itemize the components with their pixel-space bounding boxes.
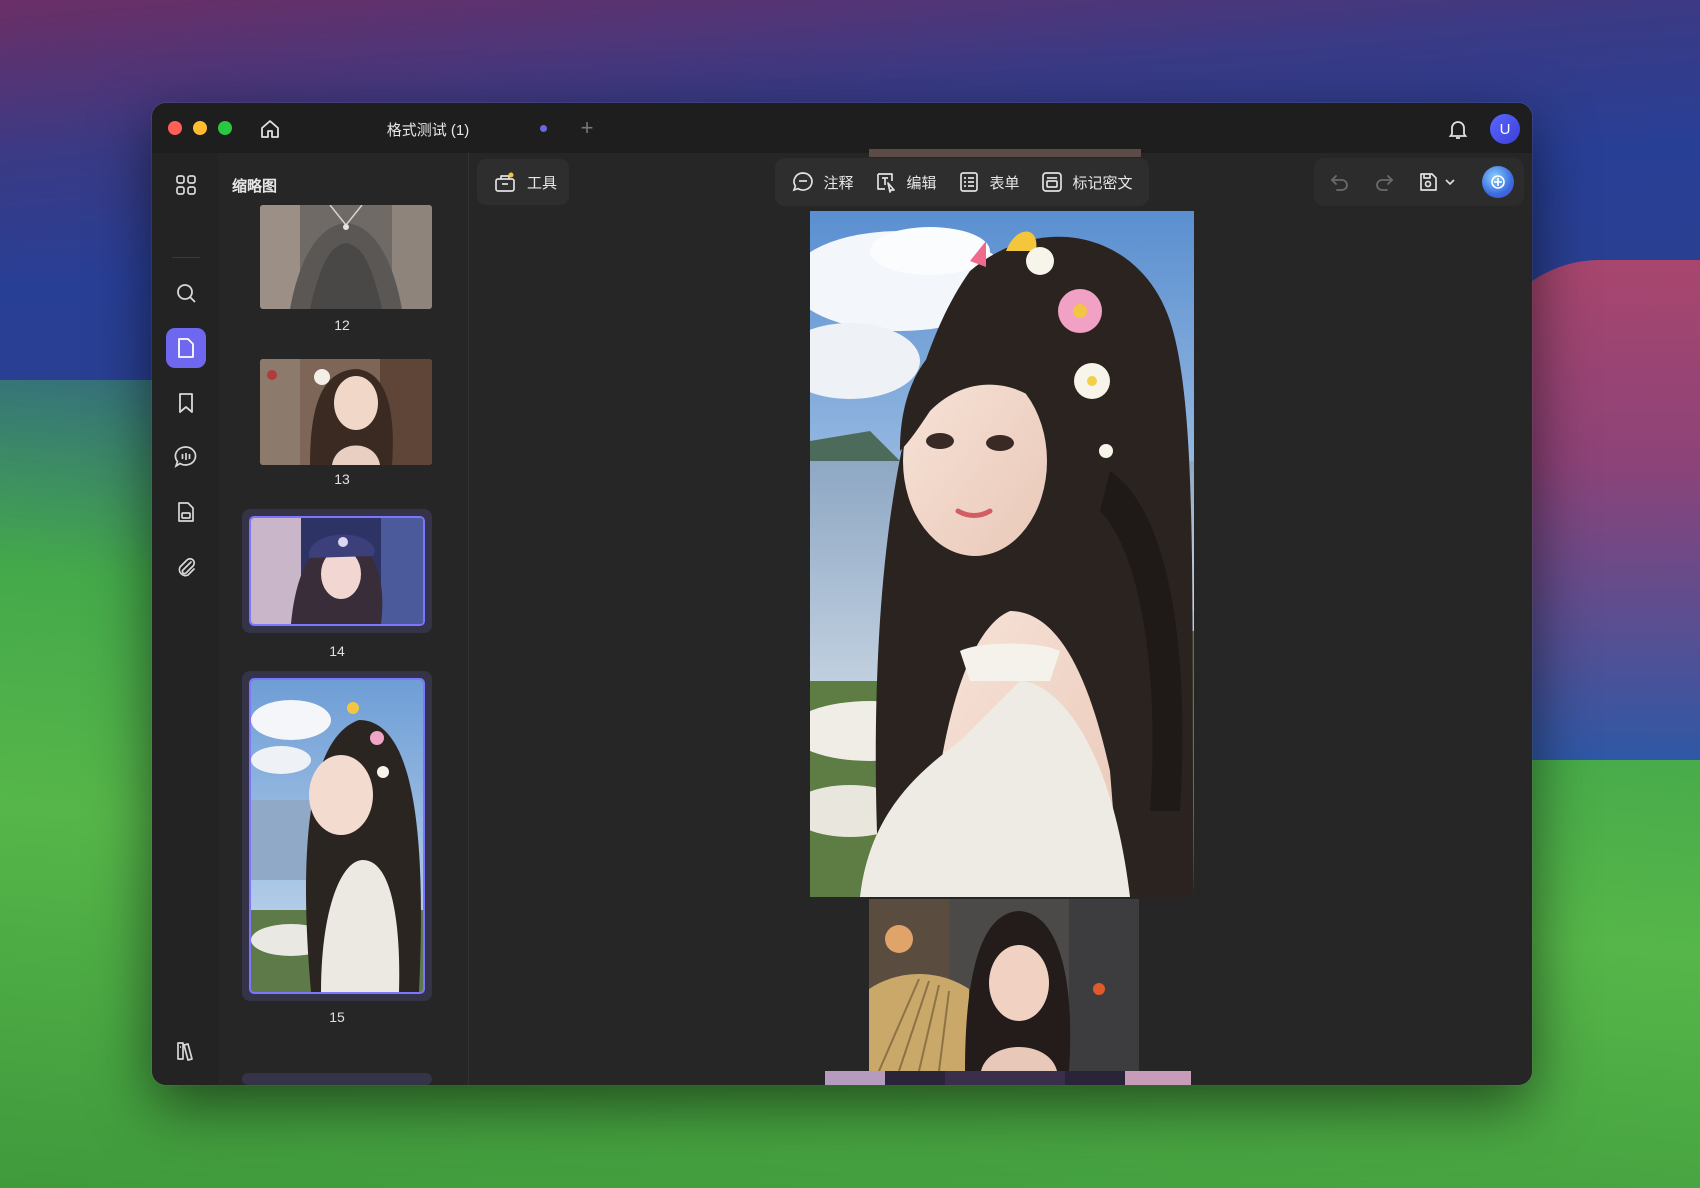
redact-icon <box>1042 172 1063 192</box>
rail-item-search[interactable] <box>166 273 206 313</box>
following-page-edge <box>825 1071 1191 1085</box>
new-tab-button[interactable]: + <box>572 113 602 143</box>
tools-label: 工具 <box>527 174 558 192</box>
thumbnail-page-15[interactable]: 15 <box>242 671 432 1025</box>
form-icon <box>178 502 194 522</box>
library-icon <box>177 1042 193 1061</box>
document-tab[interactable]: 格式测试 (1) <box>302 111 554 147</box>
search-icon <box>177 284 196 303</box>
thumbnail-page-13[interactable]: 13 <box>242 353 442 491</box>
comment-tool-label: 注释 <box>823 174 854 192</box>
paperclip-icon <box>178 557 196 577</box>
form-tool-label: 表单 <box>989 174 1020 192</box>
minimize-window-button[interactable] <box>193 121 207 135</box>
thumbnail-image <box>251 680 423 992</box>
redo-button[interactable] <box>1370 168 1398 196</box>
thumbnails-title: 缩略图 <box>232 178 278 195</box>
title-bar: 格式测试 (1) + U <box>152 103 1532 153</box>
app-window: 格式测试 (1) + U 缩略图 12 13 14 15 工具 注释 编辑 表单… <box>152 103 1532 1085</box>
document-page-image <box>810 211 1194 897</box>
unsaved-indicator <box>540 125 547 132</box>
thumbnail-page-12[interactable]: 12 <box>242 205 442 335</box>
chevron-down-icon <box>1445 179 1455 186</box>
thumbnail-image <box>260 359 432 465</box>
bookmark-icon <box>179 393 193 413</box>
undo-button[interactable] <box>1326 168 1354 196</box>
document-viewer: 工具 注释 编辑 表单 标记密文 <box>469 149 1532 1085</box>
rail-divider <box>172 257 200 258</box>
rail-item-pages[interactable] <box>166 328 206 368</box>
form-tool-button[interactable]: 表单 <box>957 170 1020 194</box>
rail-item-forms[interactable] <box>166 492 206 532</box>
rail-item-bookmarks[interactable] <box>166 383 206 423</box>
previous-page-edge <box>869 149 1141 157</box>
thumbnail-image <box>260 205 432 309</box>
comment-tool-icon <box>793 172 814 192</box>
thumbnail-image <box>251 518 423 624</box>
home-button[interactable] <box>256 115 284 143</box>
notifications-button[interactable] <box>1444 115 1472 143</box>
thumbnail-page-14[interactable]: 14 <box>242 509 432 659</box>
edit-toolbar: 注释 编辑 表单 标记密文 <box>775 158 1149 206</box>
page-icon <box>178 338 194 358</box>
zoom-window-button[interactable] <box>218 121 232 135</box>
rail-item-library[interactable] <box>166 1031 206 1071</box>
save-button[interactable] <box>1414 168 1442 196</box>
rail-item-thumbnails-grid[interactable] <box>166 165 206 205</box>
home-icon <box>261 120 279 138</box>
thumbnail-page-number: 13 <box>334 471 350 487</box>
rail-item-attachments[interactable] <box>166 547 206 587</box>
redo-icon <box>1376 175 1394 191</box>
thumbnail-page-number: 15 <box>329 1009 345 1025</box>
rail-item-comments[interactable] <box>166 437 206 477</box>
form-tool-icon <box>960 172 979 192</box>
edit-tool-label: 编辑 <box>906 174 937 192</box>
edit-tool-button[interactable]: 编辑 <box>874 170 937 194</box>
comment-tool-button[interactable]: 注释 <box>791 170 854 194</box>
ai-assistant-button[interactable] <box>1482 166 1514 198</box>
thumbnail-page-next[interactable] <box>242 1073 432 1085</box>
ai-assistant-icon <box>1491 175 1505 189</box>
close-window-button[interactable] <box>168 121 182 135</box>
thumbnail-page-number: 14 <box>329 643 345 659</box>
next-page-image <box>869 899 1139 1071</box>
text-edit-icon <box>877 173 896 193</box>
redact-tool-button[interactable]: 标记密文 <box>1040 170 1133 194</box>
bell-icon <box>1448 121 1468 139</box>
user-avatar[interactable]: U <box>1490 114 1520 144</box>
document-tab-title: 格式测试 (1) <box>386 121 470 139</box>
left-rail <box>152 153 219 1085</box>
right-toolbar <box>1314 158 1524 206</box>
save-icon <box>1420 173 1437 191</box>
redact-tool-label: 标记密文 <box>1072 174 1133 192</box>
thumbnail-page-number: 12 <box>334 317 350 333</box>
toolbox-icon <box>495 172 515 192</box>
tools-button[interactable]: 工具 <box>477 159 569 205</box>
comment-icon <box>174 446 197 468</box>
undo-icon <box>1330 175 1348 191</box>
grid-icon <box>176 175 196 195</box>
save-options-dropdown[interactable] <box>1440 168 1460 196</box>
thumbnails-panel: 缩略图 12 13 14 15 <box>218 153 469 1085</box>
